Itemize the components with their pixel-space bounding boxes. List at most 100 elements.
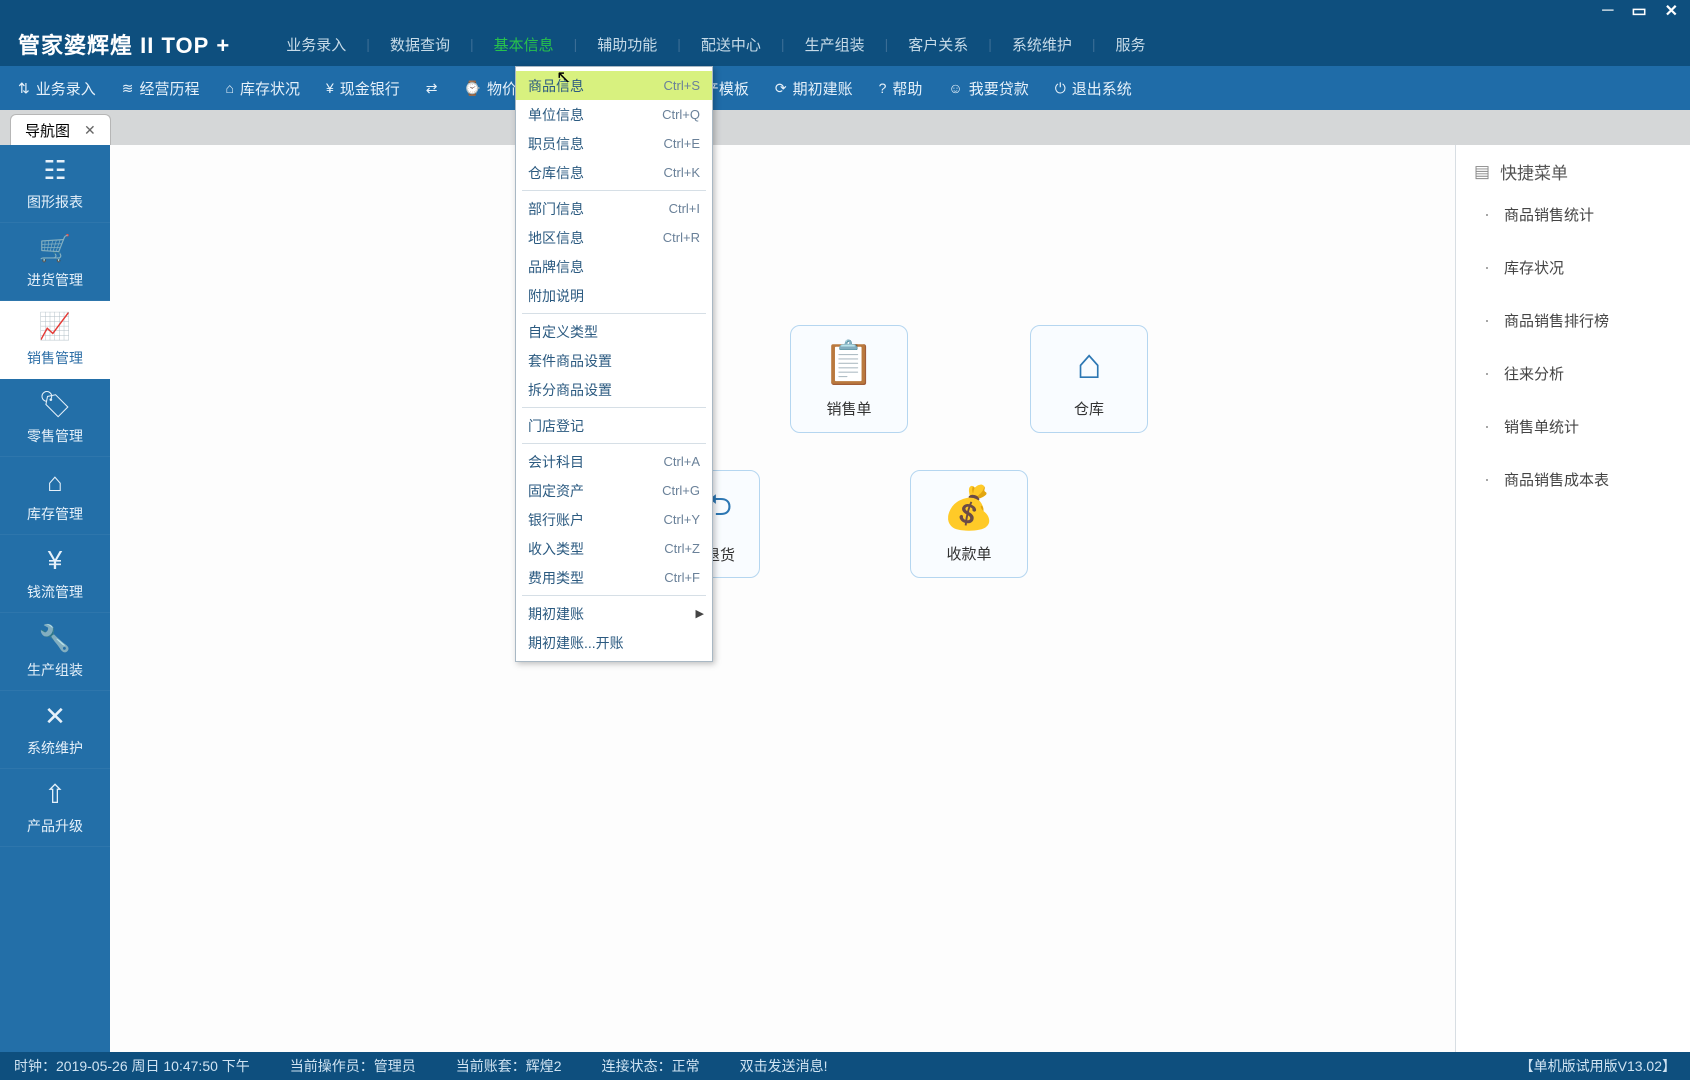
dropdown-item[interactable]: 银行账户Ctrl+Y (516, 505, 712, 534)
document-icon: ▤ (1474, 162, 1490, 182)
sidebar-item-1[interactable]: 🛒 进货管理 (0, 223, 110, 301)
card-sales-order[interactable]: 📋 销售单 (790, 325, 908, 433)
topmenu-4[interactable]: 配送中心 (695, 34, 767, 55)
dropdown-item[interactable]: 费用类型Ctrl+F (516, 563, 712, 592)
sidebar-item-6[interactable]: 🔧 生产组装 (0, 613, 110, 691)
toolbar-icon: ≋ (122, 80, 134, 97)
basic-info-dropdown[interactable]: 商品信息Ctrl+S单位信息Ctrl+Q职员信息Ctrl+E仓库信息Ctrl+K… (515, 66, 713, 662)
sidebar-icon: 🔧 (39, 623, 71, 654)
dropdown-shortcut: Ctrl+I (669, 201, 700, 216)
sidebar-icon: 🛒 (39, 233, 71, 264)
dropdown-item[interactable]: 收入类型 Ctrl+Z (516, 534, 712, 563)
dropdown-shortcut: Ctrl+Y (664, 512, 700, 527)
sidebar-item-8[interactable]: ⇧产品升级 (0, 769, 110, 847)
card-warehouse[interactable]: ⌂ 仓库 (1030, 325, 1148, 433)
toolbar-label: 期初建账 (793, 78, 853, 99)
toolbar-label: 业务录入 (36, 78, 96, 99)
quick-item-3[interactable]: 往来分析 (1484, 363, 1672, 384)
top-menu: 业务录入|数据查询|基本信息|辅助功能|配送中心|生产组装|客户关系|系统维护|… (280, 34, 1151, 55)
topmenu-1[interactable]: 数据查询 (384, 34, 456, 55)
dropdown-label: 收入类型 (528, 539, 584, 559)
toolbar-label: 我要贷款 (969, 78, 1029, 99)
dropdown-item[interactable]: 固定资产Ctrl+G (516, 476, 712, 505)
close-button[interactable]: ✕ (1665, 1, 1678, 21)
dropdown-shortcut: Ctrl+Z (664, 541, 700, 556)
toolbar-item-1[interactable]: ≋ 经营历程 (122, 78, 200, 99)
toolbar-item-3[interactable]: ¥现金银行 (326, 78, 400, 99)
quick-item-2[interactable]: 商品销售排行榜 (1484, 310, 1672, 331)
topmenu-3[interactable]: 辅助功能 (591, 34, 663, 55)
menu-separator: | (781, 36, 785, 52)
toolbar-label: 库存状况 (240, 78, 300, 99)
menu-separator: | (366, 36, 370, 52)
dropdown-item[interactable]: 职员信息Ctrl+E (516, 129, 712, 158)
sidebar-item-2[interactable]: 📈销售管理 (0, 301, 110, 379)
status-version: 【单机版试用版V13.02】 (1520, 1056, 1676, 1076)
topmenu-2[interactable]: 基本信息 (488, 34, 560, 55)
topmenu-7[interactable]: 系统维护 (1006, 34, 1078, 55)
sidebar-icon: 🏷 (38, 389, 71, 420)
toolbar-item-4[interactable]: ⇄ (426, 80, 438, 97)
sidebar-item-3[interactable]: 🏷零售管理 (0, 379, 110, 457)
card-receipt[interactable]: 💰 收款单 (910, 470, 1028, 578)
toolbar-icon: ⇅ (18, 80, 30, 97)
dropdown-item[interactable]: 期初建账▶ (516, 599, 712, 628)
toolbar-item-10[interactable]: ☺我要贷款 (948, 78, 1028, 99)
quick-item-5[interactable]: 商品销售成本表 (1484, 469, 1672, 490)
quick-menu-panel: ▤ 快捷菜单 商品销售统计库存状况商品销售排行榜往来分析销售单统计商品销售成本表 (1455, 145, 1690, 1052)
dropdown-item[interactable]: 套件商品设置 (516, 346, 712, 375)
sidebar-item-5[interactable]: ¥钱流管理 (0, 535, 110, 613)
toolbar-item-8[interactable]: ⟳期初建账 (775, 78, 853, 99)
status-bar: 时钟：2019-05-26 周日 10:47:50 下午 当前操作员：管理员 当… (0, 1052, 1690, 1080)
quick-item-1[interactable]: 库存状况 (1484, 257, 1672, 278)
submenu-arrow-icon: ▶ (696, 607, 704, 620)
main-area: ☷ 图形报表 🛒 进货管理 📈销售管理🏷零售管理⌂库存管理¥钱流管理 🔧 生产组装 ✕系统维护… (0, 145, 1690, 1052)
dropdown-item[interactable]: 品牌信息 (516, 252, 712, 281)
sidebar-item-4[interactable]: ⌂库存管理 (0, 457, 110, 535)
toolbar-item-0[interactable]: ⇅ 业务录入 (18, 78, 96, 99)
dropdown-item[interactable]: 自定义类型 (516, 317, 712, 346)
maximize-button[interactable]: ▭ (1631, 1, 1646, 21)
dropdown-item[interactable]: 单位信息Ctrl+Q (516, 100, 712, 129)
toolbar-item-11[interactable]: ⏻退出系统 (1055, 78, 1132, 99)
quick-item-4[interactable]: 销售单统计 (1484, 416, 1672, 437)
sidebar-label: 进货管理 (27, 270, 83, 290)
sidebar-label: 图形报表 (27, 192, 83, 212)
dropdown-item[interactable]: 门店登记 (516, 411, 712, 440)
sidebar-label: 库存管理 (27, 504, 83, 524)
toolbar-item-9[interactable]: ?帮助 (879, 78, 923, 99)
dropdown-item[interactable]: 仓库信息Ctrl+K (516, 158, 712, 187)
dropdown-item[interactable]: 期初建账...开账 (516, 628, 712, 657)
dropdown-item[interactable]: 会计科目Ctrl+A (516, 447, 712, 476)
dropdown-label: 仓库信息 (528, 163, 584, 183)
dropdown-item[interactable]: 地区信息Ctrl+R (516, 223, 712, 252)
sidebar-label: 生产组装 (27, 660, 83, 680)
minimize-button[interactable]: ─ (1602, 2, 1613, 20)
dropdown-shortcut: Ctrl+A (664, 454, 700, 469)
app-logo: 管家婆辉煌 II TOP + (18, 28, 230, 60)
top-menubar: 管家婆辉煌 II TOP + 业务录入|数据查询|基本信息|辅助功能|配送中心|… (0, 22, 1690, 66)
sidebar-item-7[interactable]: ✕系统维护 (0, 691, 110, 769)
quick-item-0[interactable]: 商品销售统计 (1484, 204, 1672, 225)
sidebar-icon: ☷ (43, 155, 66, 186)
topmenu-5[interactable]: 生产组装 (799, 34, 871, 55)
dropdown-separator (522, 190, 706, 191)
dropdown-item[interactable]: 部门信息Ctrl+I (516, 194, 712, 223)
dropdown-item[interactable]: 附加说明 (516, 281, 712, 310)
tab-close-icon[interactable]: ✕ (84, 122, 96, 139)
toolbar-item-2[interactable]: ⌂库存状况 (226, 78, 300, 99)
tab-nav-map[interactable]: 导航图 ✕ (10, 114, 111, 145)
sidebar-item-0[interactable]: ☷ 图形报表 (0, 145, 110, 223)
dropdown-shortcut: Ctrl+F (664, 570, 700, 585)
toolbar-icon: ⌚ (464, 80, 481, 97)
dropdown-label: 品牌信息 (528, 257, 584, 277)
topmenu-0[interactable]: 业务录入 (280, 34, 352, 55)
card-label: 收款单 (946, 543, 991, 564)
dropdown-item[interactable]: 商品信息Ctrl+S (516, 71, 712, 100)
dropdown-item[interactable]: 拆分商品设置 (516, 375, 712, 404)
topmenu-6[interactable]: 客户关系 (902, 34, 974, 55)
toolbar-icon: ⇄ (426, 80, 438, 97)
topmenu-8[interactable]: 服务 (1110, 34, 1152, 55)
dropdown-shortcut: Ctrl+S (664, 78, 700, 93)
toolbar-label: 经营历程 (139, 78, 199, 99)
